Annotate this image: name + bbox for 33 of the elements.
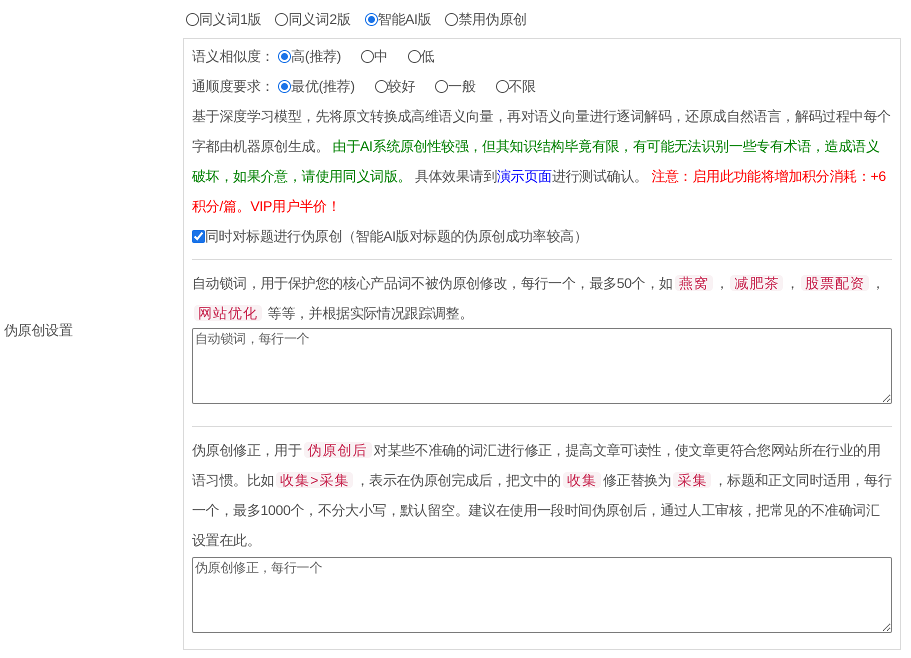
section-label: 伪原创设置	[4, 320, 73, 340]
radio-button[interactable]	[445, 12, 458, 26]
option-label: 低	[420, 46, 434, 66]
radio-button[interactable]	[275, 12, 288, 26]
corrections-field[interactable]: 伪原创修正，每行一个	[192, 557, 892, 633]
radio-button[interactable]	[435, 80, 448, 92]
option-label: 中	[374, 46, 388, 66]
option-label: 不限	[508, 76, 536, 96]
radio-button[interactable]	[278, 50, 292, 62]
option-label: 一般	[448, 76, 476, 96]
field-label: 通顺度要求：	[192, 76, 274, 96]
lock-words-field[interactable]: 自动锁词，每行一个	[192, 328, 892, 404]
option-label: 智能AI版	[378, 10, 432, 28]
checkbox-label: 同时对标题进行伪原创（智能AI版对标题的伪原创成功率较高）	[205, 226, 588, 246]
radio-button[interactable]	[364, 12, 378, 26]
radio-button[interactable]	[374, 80, 388, 92]
lock-words-description: 自动锁词，用于保护您的核心产品词不被伪原创修改，每行一个，最多50个，如 燕窝 ， 减肥茶 ， 股票配资 ， 网站优化 等等，并根据实际情况跟踪调整。	[192, 274, 886, 323]
radio-button[interactable]	[496, 80, 509, 92]
field-label: 语义相似度：	[192, 46, 274, 66]
ai-description-text: 基于深度学习模型，先将原文转换成高维语义向量，再对语义向量进行逐词解码，还原成自然语言，解码过程中每个字都由机器原创生成。 由于AI系统原创性较强，但其知识结构毕竟有限，有可能无法识别一些专有术语，造成语义破坏，如果介意，请使用同义词版。 具体效果请到演示页面进行测试确认。 注意：启用此功能将增加积分消耗：+6积分/篇。VIP用户半价！	[192, 107, 892, 216]
radio-button[interactable]	[186, 12, 199, 26]
option-label: 较好	[388, 76, 416, 96]
radio-button[interactable]	[408, 50, 421, 62]
checkbox[interactable]	[192, 230, 205, 242]
radio-button[interactable]	[278, 80, 292, 92]
corrections-description: 伪原创修正，用于 伪原创后 对某些不准确的词汇进行修正，提高文章可读性，使文章更符合您网站所在行业的用语习惯。比如 收集>采集 ，表示在伪原创完成后，把文中的 收集 修正替换为 采集 ，标题和正文同时适用，每行一个，最多1000个，不分大小写，默认留空。建议在使用一段时间伪原创后，通过人工审核，把常见的不准确词汇设置在此。	[192, 441, 892, 550]
option-label: 禁用伪原创	[458, 10, 527, 28]
demo-link[interactable]: 演示页面	[497, 168, 552, 184]
option-label: 同义词2版	[288, 10, 351, 28]
radio-button[interactable]	[361, 50, 374, 62]
option-label: 最优(推荐)	[291, 76, 355, 96]
option-label: 同义词1版	[199, 10, 262, 28]
option-label: 高(推荐)	[291, 46, 342, 66]
